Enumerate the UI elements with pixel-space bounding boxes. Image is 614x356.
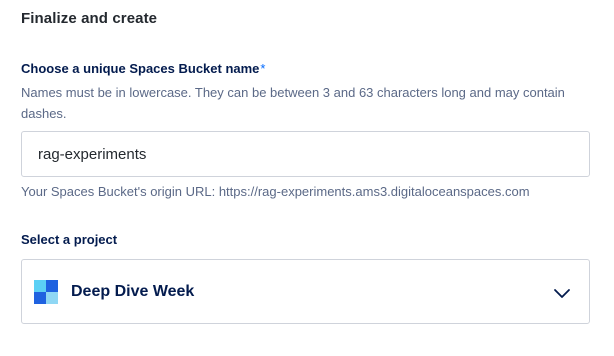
bucket-name-input[interactable] [21,131,590,177]
project-icon-square [34,291,46,304]
bucket-name-label-text: Choose a unique Spaces Bucket name [21,61,260,76]
selected-project-name: Deep Dive Week [71,282,195,300]
project-grid-icon [34,279,58,304]
section-title: Finalize and create [21,10,158,27]
bucket-name-label: Choose a unique Spaces Bucket name* [21,61,265,76]
project-select[interactable]: Deep Dive Week [21,259,590,324]
project-select-label: Select a project [21,232,118,247]
finalize-create-section: Finalize and create Choose a unique Spac… [0,0,614,356]
origin-url-text: Your Spaces Bucket's origin URL: https:/… [21,184,530,199]
chevron-down-icon[interactable] [553,284,571,302]
project-icon-square [46,279,58,292]
project-icon-square [34,279,46,292]
project-icon-square [46,291,58,304]
bucket-name-help: Names must be in lowercase. They can be … [21,85,565,121]
required-mark: * [260,61,266,76]
